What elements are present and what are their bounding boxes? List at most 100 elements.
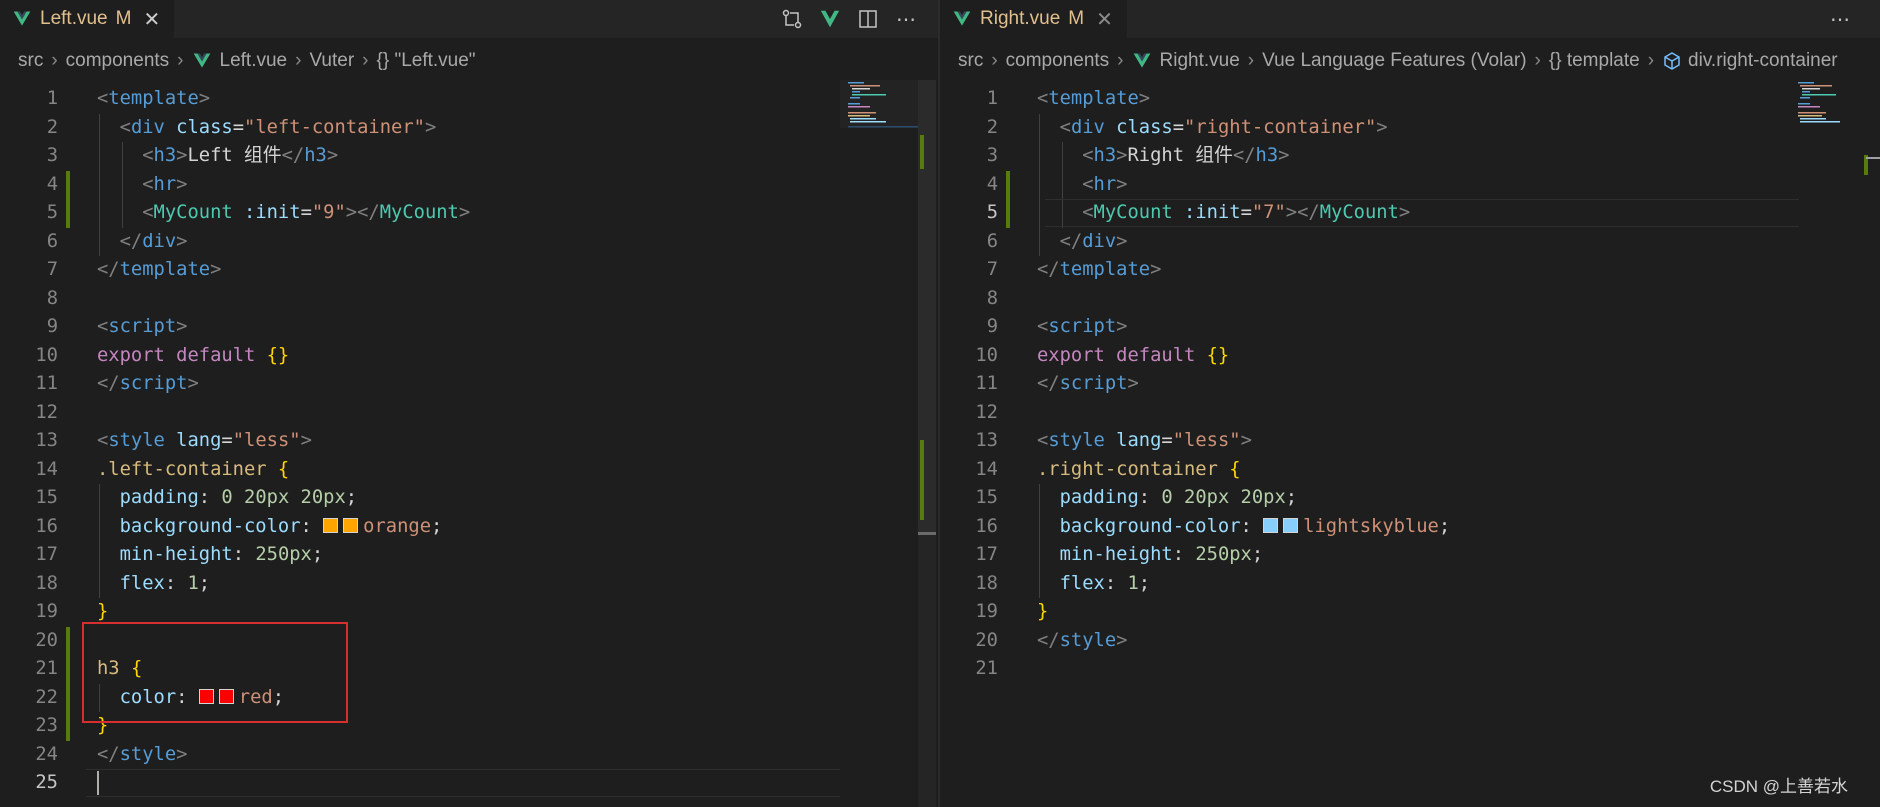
code-line[interactable]: 16 background-color: orange; (0, 513, 938, 542)
minimap-left[interactable] (840, 80, 920, 140)
code-line[interactable]: 8 (0, 285, 938, 314)
breadcrumb-item[interactable]: Vuter (309, 50, 354, 72)
color-swatch[interactable] (323, 517, 339, 533)
code-line[interactable]: 11 </script> (0, 370, 938, 399)
line-number: 24 (35, 743, 58, 765)
tab-left-vue[interactable]: Left.vue M ✕ (0, 0, 175, 38)
line-number: 10 (975, 344, 998, 366)
code-line[interactable]: 10 export default {} (0, 342, 938, 371)
code-line[interactable]: 20 </style> (940, 627, 1880, 656)
code-token: ; (311, 544, 324, 565)
code-line[interactable]: 13 <style lang="less"> (0, 427, 938, 456)
code-token: {} (1206, 344, 1230, 366)
code-line[interactable]: 18 flex: 1; (0, 570, 938, 599)
code-token: orange (363, 515, 432, 537)
scrollbar-left[interactable] (918, 80, 936, 807)
breadcrumb-item[interactable]: src (958, 50, 983, 72)
code-line[interactable]: 7 </template> (0, 256, 938, 285)
code-line[interactable]: 13 <style lang="less"> (940, 427, 1880, 456)
code-line[interactable]: 6 </div> (0, 228, 938, 257)
breadcrumb-item[interactable]: components (1006, 50, 1110, 72)
minimap-right[interactable] (1790, 80, 1870, 140)
breadcrumb-item[interactable]: div.right-container (1688, 50, 1838, 72)
code-line[interactable]: 10 export default {} (940, 342, 1880, 371)
line-text: <div class="left-container"> (97, 114, 437, 143)
color-swatch[interactable] (1263, 517, 1279, 533)
color-swatch[interactable] (1283, 517, 1299, 533)
code-line[interactable]: 7 </template> (940, 256, 1880, 285)
line-text: min-height: 250px; (1037, 541, 1264, 570)
breadcrumb-item[interactable]: Right.vue (1160, 50, 1240, 72)
watermark: CSDN @上善若水 (1709, 777, 1848, 796)
code-token: template (1059, 259, 1151, 280)
code-token: default (1116, 344, 1196, 366)
code-line[interactable]: 3 <h3>Left 组件</h3> (0, 142, 938, 171)
code-editor-right[interactable]: 1 <template> 2 <div class="right-container… (940, 80, 1880, 807)
code-token: < (1059, 116, 1071, 138)
code-line[interactable]: 17 min-height: 250px; (0, 541, 938, 570)
breadcrumb-item[interactable]: Left.vue (220, 50, 288, 72)
volar-icon[interactable] (816, 5, 844, 33)
code-line[interactable]: 5 <MyCount :init="9"></MyCount> (0, 199, 938, 228)
code-token: background-color (1059, 515, 1241, 537)
breadcrumb-item[interactable]: src (18, 50, 43, 72)
line-number: 7 (986, 259, 998, 280)
code-line[interactable]: 12 (940, 399, 1880, 428)
code-line[interactable]: 4 <hr> (940, 171, 1880, 200)
code-line[interactable]: 14 .right-container { (940, 456, 1880, 485)
modified-badge: M (115, 8, 132, 29)
code-token: ></ (345, 202, 380, 223)
code-token: : (1240, 515, 1264, 537)
breadcrumb-item[interactable]: Vue Language Features (Volar) (1262, 50, 1526, 72)
code-line[interactable]: 2 <div class="right-container"> (940, 114, 1880, 143)
close-icon[interactable]: ✕ (1096, 7, 1113, 32)
breadcrumb-item[interactable]: {} "Left.vue" (376, 50, 475, 72)
code-line[interactable]: 14 .left-container { (0, 456, 938, 485)
code-line[interactable]: 9 <script> (0, 313, 938, 342)
code-token: padding (1059, 487, 1139, 508)
indent-guide (99, 484, 100, 598)
code-editor-left[interactable]: 1 <template> 2 <div class="left-container"… (0, 80, 938, 807)
code-line[interactable]: 2 <div class="left-container"> (0, 114, 938, 143)
code-line[interactable]: 4 <hr> (0, 171, 938, 200)
split-editor-icon[interactable] (854, 5, 882, 33)
code-line[interactable]: 6 </div> (940, 228, 1880, 257)
code-line[interactable]: 1 <template> (0, 85, 938, 114)
ellipsis-icon[interactable]: ⋯ (1826, 5, 1854, 33)
code-line[interactable]: 3 <h3>Right 组件</h3> (940, 142, 1880, 171)
chevron-right-icon: › (1247, 50, 1255, 71)
close-icon[interactable]: ✕ (143, 7, 160, 32)
code-line[interactable]: 11 </script> (940, 370, 1880, 399)
code-line[interactable]: 16 background-color: lightskyblue; (940, 513, 1880, 542)
line-text: padding: 0 20px 20px; (97, 484, 357, 513)
color-swatch[interactable] (343, 517, 359, 533)
ellipsis-icon[interactable]: ⋯ (892, 5, 920, 33)
code-line[interactable]: 9 <script> (940, 313, 1880, 342)
line-number: 4 (986, 173, 998, 195)
code-line[interactable]: 15 padding: 0 20px 20px; (940, 484, 1880, 513)
line-text: <script> (97, 313, 187, 342)
tab-right-vue[interactable]: Right.vue M ✕ (940, 0, 1127, 38)
breadcrumb-item[interactable]: components (66, 50, 170, 72)
code-line[interactable]: 21 (940, 655, 1880, 684)
code-line[interactable]: 1 <template> (940, 85, 1880, 114)
code-line[interactable]: 17 min-height: 250px; (940, 541, 1880, 570)
scrollbar-right[interactable] (1862, 80, 1880, 807)
code-line[interactable]: 18 flex: 1; (940, 570, 1880, 599)
code-token: flex (119, 572, 165, 594)
tab-title: Left.vue (40, 8, 108, 29)
line-text: </script> (1037, 370, 1139, 399)
code-token: "right-container" (1184, 116, 1377, 138)
code-line[interactable]: 12 (0, 399, 938, 428)
code-line[interactable]: 8 (940, 285, 1880, 314)
code-line[interactable]: 24 </style> (0, 741, 938, 770)
breadcrumb-item[interactable]: {} template (1549, 50, 1640, 72)
open-changes-icon[interactable] (778, 5, 806, 33)
code-line[interactable]: 19} (940, 598, 1880, 627)
code-line[interactable]: 15 padding: 0 20px 20px; (0, 484, 938, 513)
code-token: Left 组件 (187, 145, 282, 166)
line-number: 5 (986, 202, 998, 223)
